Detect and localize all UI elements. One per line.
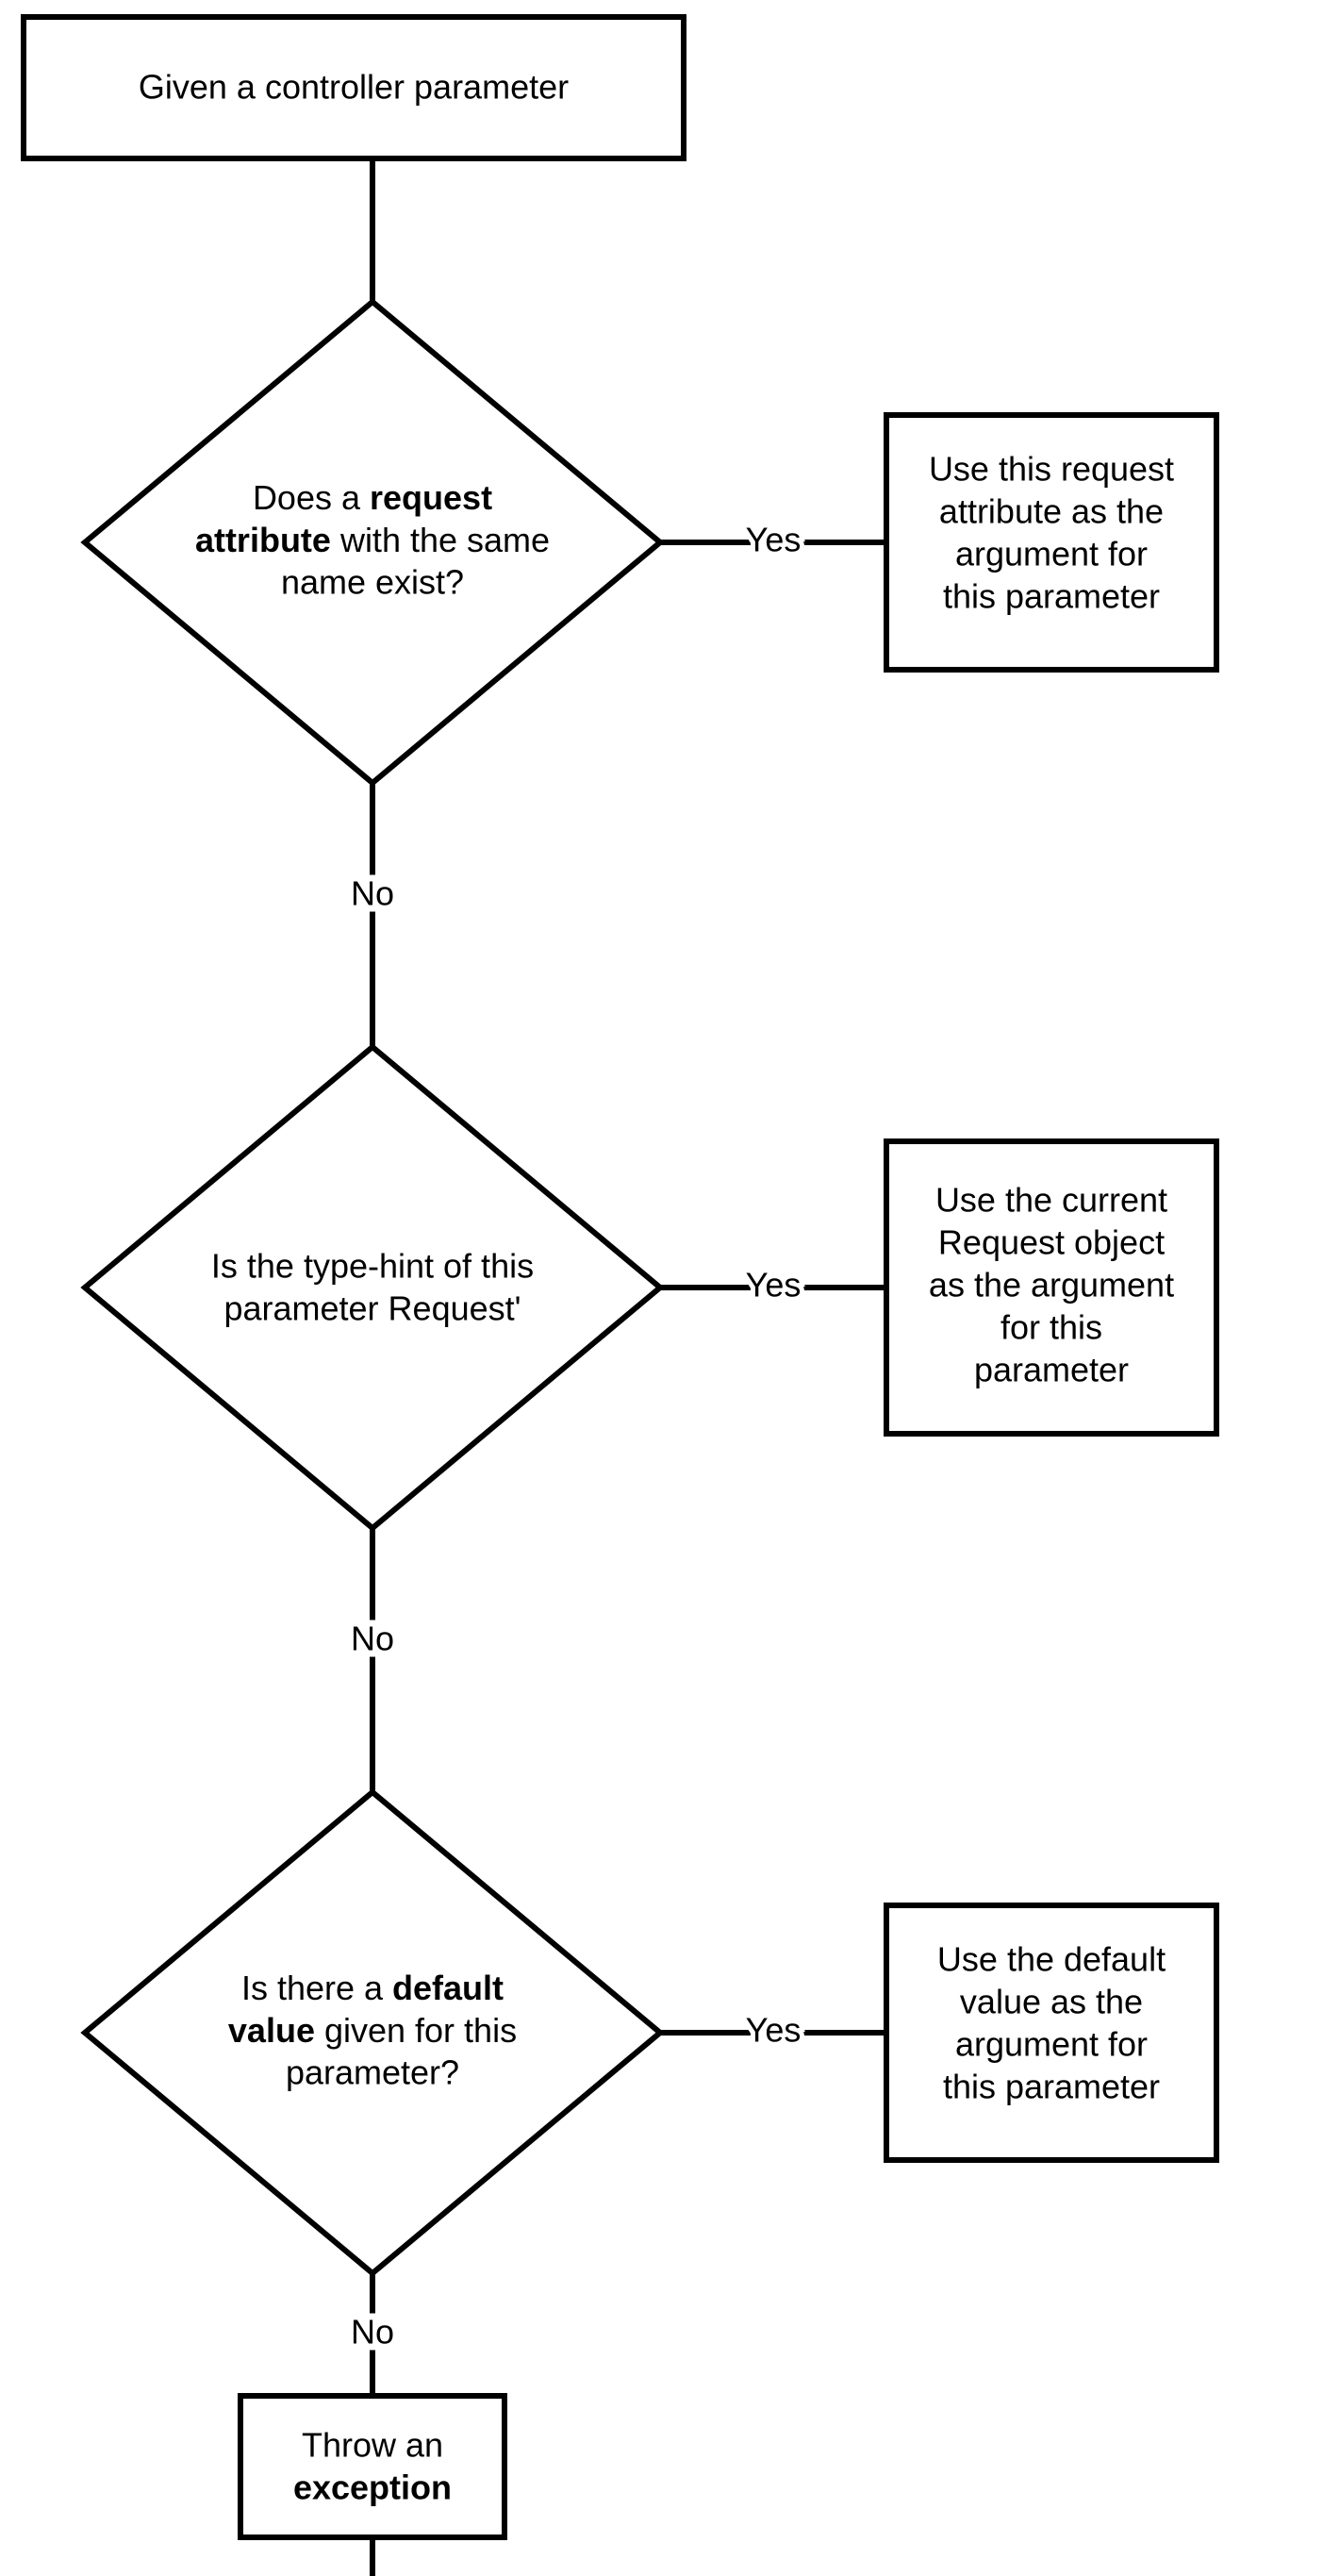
r1-l4: this parameter	[943, 577, 1160, 616]
node-end: Throw an exception	[240, 2396, 504, 2537]
r3-l3: argument for	[955, 2025, 1148, 2064]
d3-line2: value given for this	[228, 2011, 517, 2050]
d2-l2: parameter Request'	[223, 1289, 521, 1328]
label-yes-2: Yes	[746, 1266, 802, 1305]
label-no-1: No	[351, 874, 394, 913]
d3-line1: Is there a default	[241, 1969, 504, 2007]
d1-line1: Does a request	[253, 478, 492, 517]
node-result-1: Use this request attribute as the argume…	[886, 415, 1216, 670]
node-result-2: Use the current Request object as the ar…	[886, 1141, 1216, 1434]
r1-l3: argument for	[955, 535, 1148, 573]
r3-l4: this parameter	[943, 2068, 1160, 2106]
end-l2: exception	[293, 2468, 452, 2507]
flowchart-canvas: Given a controller parameter Does a requ…	[0, 0, 1323, 2576]
d2-l1: Is the type-hint of this	[211, 1247, 534, 1286]
r2-l5: parameter	[974, 1351, 1129, 1389]
node-start: Given a controller parameter	[24, 17, 684, 158]
d1-line2: attribute with the same	[195, 521, 550, 559]
r3-l1: Use the default	[937, 1940, 1166, 1979]
node-decision-2: Is the type-hint of this parameter Reque…	[85, 1047, 660, 1528]
r2-l1: Use the current	[935, 1181, 1167, 1220]
d3-line3: parameter?	[286, 2053, 459, 2092]
label-no-2: No	[351, 1620, 394, 1658]
r2-l3: as the argument	[929, 1266, 1174, 1305]
start-label: Given a controller parameter	[139, 68, 569, 107]
r1-l2: attribute as the	[939, 492, 1164, 531]
node-decision-3: Is there a default value given for this …	[85, 1792, 660, 2273]
label-yes-1: Yes	[746, 521, 802, 559]
label-no-3: No	[351, 2313, 394, 2352]
r1-l1: Use this request	[929, 450, 1174, 489]
node-result-3: Use the default value as the argument fo…	[886, 1905, 1216, 2160]
r2-l4: for this	[1001, 1308, 1102, 1347]
node-decision-1: Does a request attribute with the same n…	[85, 302, 660, 783]
r2-l2: Request object	[938, 1223, 1165, 1262]
end-l1: Throw an	[302, 2426, 443, 2465]
label-yes-3: Yes	[746, 2011, 802, 2050]
r3-l2: value as the	[960, 1983, 1143, 2021]
d1-line3: name exist?	[281, 563, 464, 602]
